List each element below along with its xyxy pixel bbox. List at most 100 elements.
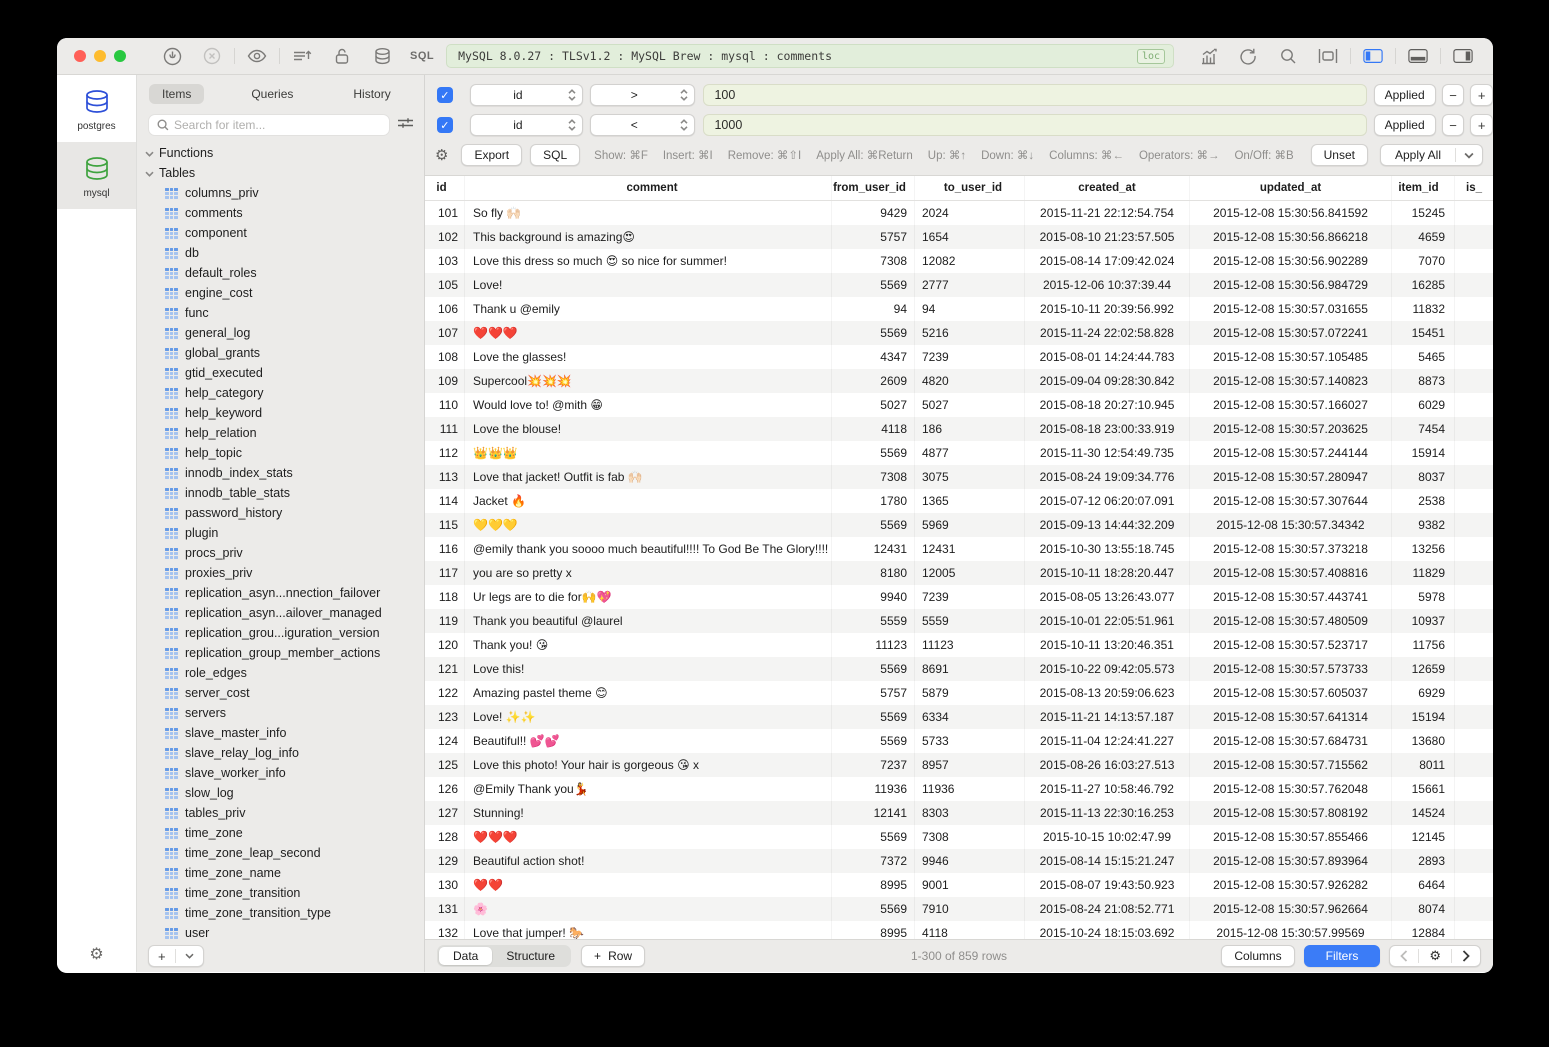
table-cell[interactable]: 120 [425, 633, 465, 657]
table-cell[interactable]: ❤️❤️❤️ [465, 321, 832, 345]
connection-postgres[interactable]: postgres [57, 75, 136, 142]
table-cell[interactable] [1455, 537, 1493, 561]
table-row[interactable]: 117you are so pretty x8180120052015-10-1… [425, 561, 1493, 585]
table-cell[interactable]: @emily thank you soooo much beautiful!!!… [465, 537, 832, 561]
table-cell[interactable]: 2015-08-07 19:43:50.923 [1025, 873, 1190, 897]
sidebar-table-item[interactable]: help_keyword [137, 403, 424, 423]
table-cell[interactable] [1455, 249, 1493, 273]
table-cell[interactable]: 13256 [1392, 537, 1455, 561]
table-cell[interactable]: 2015-12-08 15:30:57.684731 [1190, 729, 1392, 753]
table-cell[interactable]: 2015-12-08 15:30:57.523717 [1190, 633, 1392, 657]
tab-structure[interactable]: Structure [492, 947, 569, 965]
table-cell[interactable]: 108 [425, 345, 465, 369]
table-cell[interactable]: 11936 [832, 777, 915, 801]
table-cell[interactable]: 2015-12-08 15:30:57.140823 [1190, 369, 1392, 393]
add-filter-button[interactable]: + [1470, 114, 1493, 136]
prev-page-button[interactable] [1390, 950, 1418, 962]
table-cell[interactable]: Love this dress so much 😍 so nice for su… [465, 249, 832, 273]
table-cell[interactable]: 2015-12-08 15:30:57.715562 [1190, 753, 1392, 777]
table-cell[interactable]: 15661 [1392, 777, 1455, 801]
table-cell[interactable]: 119 [425, 609, 465, 633]
table-cell[interactable]: 2015-11-13 22:30:16.253 [1025, 801, 1190, 825]
table-cell[interactable]: 🌸 [465, 897, 832, 921]
table-cell[interactable] [1455, 489, 1493, 513]
table-cell[interactable]: 12884 [1392, 921, 1455, 939]
table-cell[interactable]: Love the glasses! [465, 345, 832, 369]
table-cell[interactable]: 2015-08-10 21:23:57.505 [1025, 225, 1190, 249]
table-cell[interactable]: Beautiful!! 💕💕 [465, 729, 832, 753]
column-header-is[interactable]: is_ [1455, 176, 1493, 200]
table-cell[interactable]: 5978 [1392, 585, 1455, 609]
table-cell[interactable]: 8180 [832, 561, 915, 585]
sidebar-table-item[interactable]: replication_asyn...nnection_failover [137, 583, 424, 603]
filter-column-select[interactable]: id [470, 84, 583, 106]
table-cell[interactable] [1455, 873, 1493, 897]
sidebar-table-item[interactable]: slave_worker_info [137, 763, 424, 783]
table-cell[interactable]: 2015-12-08 15:30:57.031655 [1190, 297, 1392, 321]
table-cell[interactable]: 2015-12-08 15:30:57.573733 [1190, 657, 1392, 681]
sidebar-table-item[interactable]: engine_cost [137, 283, 424, 303]
table-cell[interactable]: 2015-11-04 12:24:41.227 [1025, 729, 1190, 753]
table-cell[interactable]: 116 [425, 537, 465, 561]
sidebar-table-item[interactable]: gtid_executed [137, 363, 424, 383]
column-header-to_user_id[interactable]: to_user_id [915, 176, 1025, 200]
table-row[interactable]: 109Supercool💥💥💥260948202015-09-04 09:28:… [425, 369, 1493, 393]
filter-operator-select[interactable]: > [590, 84, 695, 106]
table-cell[interactable]: 2015-11-21 22:12:54.754 [1025, 201, 1190, 225]
table-cell[interactable] [1455, 801, 1493, 825]
table-cell[interactable]: 2015-12-08 15:30:57.480509 [1190, 609, 1392, 633]
table-cell[interactable]: 2538 [1392, 489, 1455, 513]
table-cell[interactable]: Thank u @emily [465, 297, 832, 321]
filter-applied-button[interactable]: Applied [1374, 84, 1436, 106]
table-cell[interactable]: 130 [425, 873, 465, 897]
sidebar-table-item[interactable]: innodb_index_stats [137, 463, 424, 483]
table-cell[interactable]: 4118 [915, 921, 1025, 939]
table-cell[interactable]: 11832 [1392, 297, 1455, 321]
close-window-button[interactable] [74, 50, 86, 62]
table-cell[interactable]: 1654 [915, 225, 1025, 249]
table-cell[interactable]: 4659 [1392, 225, 1455, 249]
table-row[interactable]: 122Amazing pastel theme 😊575758792015-08… [425, 681, 1493, 705]
table-cell[interactable]: Stunning! [465, 801, 832, 825]
table-cell[interactable]: 4820 [915, 369, 1025, 393]
table-cell[interactable]: 4118 [832, 417, 915, 441]
table-row[interactable]: 128❤️❤️❤️556973082015-10-15 10:02:47.992… [425, 825, 1493, 849]
table-cell[interactable]: 2015-12-08 15:30:57.762048 [1190, 777, 1392, 801]
table-cell[interactable]: 2015-10-15 10:02:47.99 [1025, 825, 1190, 849]
table-cell[interactable]: 15245 [1392, 201, 1455, 225]
table-cell[interactable]: 132 [425, 921, 465, 939]
table-cell[interactable] [1455, 897, 1493, 921]
table-cell[interactable]: 5569 [832, 441, 915, 465]
table-cell[interactable] [1455, 633, 1493, 657]
unset-button[interactable]: Unset [1311, 144, 1368, 166]
table-cell[interactable]: 129 [425, 849, 465, 873]
table-cell[interactable] [1455, 465, 1493, 489]
table-cell[interactable]: 5733 [915, 729, 1025, 753]
lock-icon[interactable] [332, 46, 352, 66]
table-cell[interactable]: 12431 [915, 537, 1025, 561]
table-cell[interactable]: 2015-09-13 14:44:32.209 [1025, 513, 1190, 537]
toggle-left-panel-icon[interactable] [1363, 46, 1383, 66]
tree-section-tables[interactable]: Tables [137, 163, 424, 183]
table-row[interactable]: 123Love! ✨✨556963342015-11-21 14:13:57.1… [425, 705, 1493, 729]
sidebar-table-item[interactable]: time_zone_name [137, 863, 424, 883]
table-cell[interactable]: 5559 [832, 609, 915, 633]
table-row[interactable]: 105Love!556927772015-12-06 10:37:39.4420… [425, 273, 1493, 297]
table-cell[interactable]: 2015-12-08 15:30:57.105485 [1190, 345, 1392, 369]
sidebar-table-item[interactable]: help_topic [137, 443, 424, 463]
chevron-down-icon[interactable] [1456, 152, 1482, 159]
table-cell[interactable]: Love that jacket! Outfit is fab 🙌🏻 [465, 465, 832, 489]
table-cell[interactable]: 5569 [832, 705, 915, 729]
table-cell[interactable]: 2015-10-22 09:42:05.573 [1025, 657, 1190, 681]
sidebar-table-item[interactable]: time_zone_leap_second [137, 843, 424, 863]
table-cell[interactable]: 102 [425, 225, 465, 249]
table-row[interactable]: 131🌸556979102015-08-24 21:08:52.7712015-… [425, 897, 1493, 921]
table-cell[interactable]: 2015-10-11 20:39:56.992 [1025, 297, 1190, 321]
table-row[interactable]: 102This background is amazing😍5757165420… [425, 225, 1493, 249]
table-cell[interactable]: 2015-12-08 15:30:57.962664 [1190, 897, 1392, 921]
table-cell[interactable]: 13680 [1392, 729, 1455, 753]
column-header-updated_at[interactable]: updated_at [1190, 176, 1392, 200]
table-cell[interactable]: 2015-12-08 15:30:57.072241 [1190, 321, 1392, 345]
apply-all-button[interactable]: Apply All [1380, 144, 1483, 166]
table-cell[interactable]: 2893 [1392, 849, 1455, 873]
